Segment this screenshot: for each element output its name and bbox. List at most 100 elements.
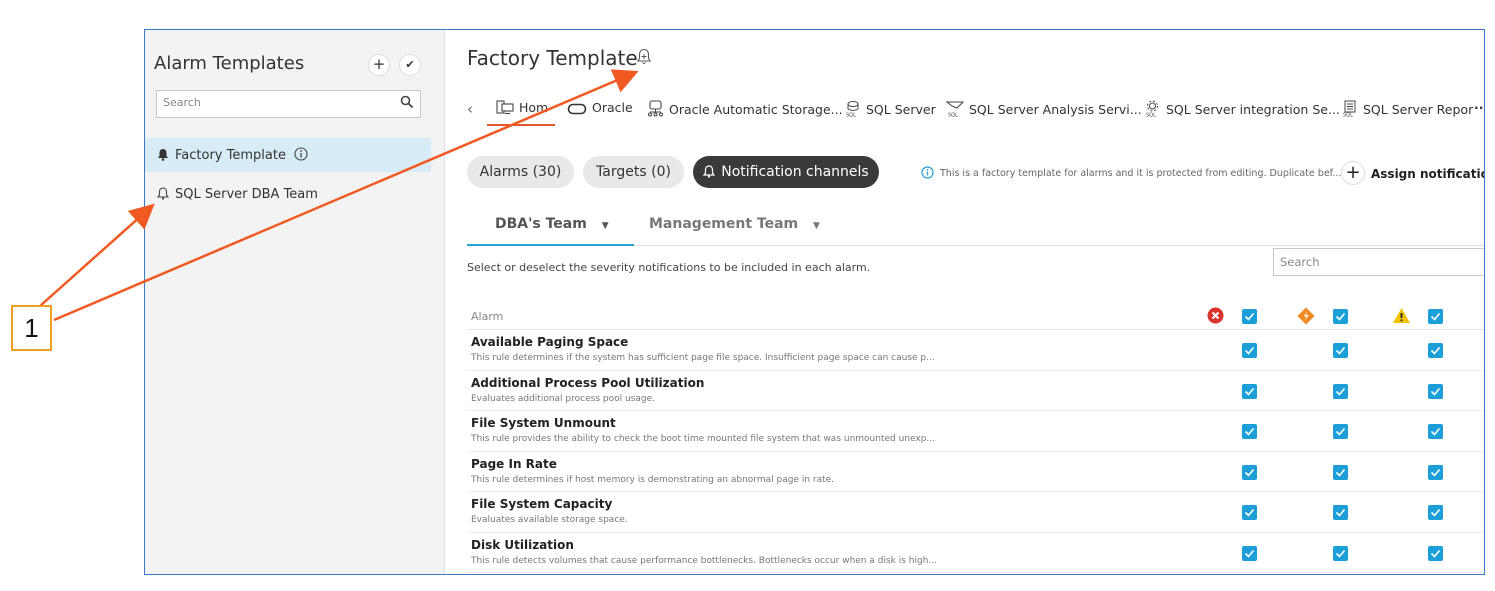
fatal-notification-checkbox[interactable] [1242,545,1257,561]
tab-host[interactable]: Hom [496,100,548,115]
check-icon [1430,346,1441,355]
host-icon [496,100,514,115]
alarm-description: This rule detects volumes that cause per… [471,555,937,566]
check-icon [1244,549,1255,558]
select-all-warning-checkbox[interactable] [1428,309,1443,324]
check-icon [1335,549,1346,558]
tab-sql-server-analysis[interactable]: SQL SQL Server Analysis Servi... [945,100,1142,119]
check-icon [1430,468,1441,477]
fatal-notification-checkbox[interactable] [1242,343,1257,358]
fatal-notification-checkbox[interactable] [1242,383,1257,399]
bell-outline-icon [156,187,170,200]
warning-notification-checkbox[interactable] [1428,424,1443,439]
check-icon [1244,427,1255,436]
active-team-indicator [467,244,634,246]
table-row[interactable]: Additional Process Pool Utilization Evalu… [467,371,1484,411]
oracle-icon [567,103,587,115]
alarms-table: Alarm Available Paging Space This rule d… [467,304,1484,573]
tab-label: Oracle Automatic Storage... [669,102,843,117]
search-placeholder: Search [163,96,201,109]
info-icon [921,166,934,179]
alarms-pill-button[interactable]: Alarms (30) [467,156,574,188]
add-template-button[interactable]: + [368,54,390,76]
critical-notification-checkbox[interactable] [1333,383,1348,399]
tab-sql-server-integration[interactable]: SQL SQL Server integration Se... [1144,100,1340,119]
plus-icon: + [1341,161,1365,185]
alarm-description: This rule determines if the system has s… [471,353,935,363]
table-row[interactable]: File System Unmount This rule provides th… [467,411,1484,452]
alarm-name: Additional Process Pool Utilization [471,375,705,390]
more-tabs-button[interactable]: ·· [1474,100,1484,115]
assign-notification-button[interactable]: + Assign notification [1341,161,1484,185]
sidebar: Alarm Templates + ✔ Search Factory Templ… [145,30,445,574]
critical-notification-checkbox[interactable] [1333,424,1348,439]
table-row[interactable]: Available Paging Space This rule determin… [467,330,1484,371]
sidebar-search-input[interactable]: Search [156,90,421,118]
warning-severity-icon [1393,308,1410,323]
fatal-notification-checkbox[interactable] [1242,424,1257,439]
pill-label: Notification channels [721,164,869,180]
tab-sql-server-reporting[interactable]: SQL SQL Server Repor [1342,100,1473,119]
arrow-to-sidebar-bell [39,203,155,307]
check-icon [1430,387,1441,396]
targets-pill-button[interactable]: Targets (0) [583,156,684,188]
tab-dbas-team[interactable]: DBA's Team ▼ [495,216,609,232]
select-all-critical-checkbox[interactable] [1333,309,1348,324]
warning-notification-checkbox[interactable] [1428,383,1443,399]
search-icon [400,95,414,109]
check-icon [1244,508,1255,517]
check-icon [1335,427,1346,436]
critical-notification-checkbox[interactable] [1333,545,1348,561]
bell-plus-icon[interactable] [636,48,652,66]
tab-label: SQL Server [866,102,936,117]
fatal-severity-icon [1207,307,1224,324]
sql-integration-icon: SQL [1146,100,1158,119]
svg-text:SQL: SQL [1343,113,1353,118]
table-row[interactable]: Page In Rate This rule determines if host… [467,452,1484,492]
team-tab-label: DBA's Team [495,216,587,232]
check-icon [1430,312,1441,321]
search-placeholder: Search [1280,255,1320,269]
alarm-name: File System Unmount [471,416,616,430]
warning-notification-checkbox[interactable] [1428,343,1443,358]
template-item-factory[interactable]: Factory Template [145,138,431,172]
fatal-notification-checkbox[interactable] [1242,464,1257,480]
table-search-input[interactable]: Search [1273,248,1484,276]
fatal-notification-checkbox[interactable] [1242,505,1257,520]
alarm-name: File System Capacity [471,497,613,511]
callout-number: 1 [11,305,52,351]
table-row[interactable]: File System Capacity Evaluates available … [467,492,1484,533]
check-icon [1335,387,1346,396]
critical-notification-checkbox[interactable] [1333,464,1348,480]
alarm-name: Available Paging Space [471,335,629,349]
info-icon[interactable] [294,147,308,161]
template-item-sql-server-dba-team[interactable]: SQL Server DBA Team [145,178,431,212]
table-body: Available Paging Space This rule determin… [467,330,1484,573]
tab-management-team[interactable]: Management Team ▼ [649,216,820,232]
critical-notification-checkbox[interactable] [1333,505,1348,520]
table-row[interactable]: Disk Utilization This rule detects volume… [467,533,1484,573]
template-item-label: Factory Template [175,148,286,163]
select-all-fatal-checkbox[interactable] [1242,309,1257,324]
critical-notification-checkbox[interactable] [1333,343,1348,358]
warning-notification-checkbox[interactable] [1428,464,1443,480]
tab-oracle[interactable]: Oracle [567,100,633,115]
instructions-text: Select or deselect the severity notifica… [467,261,871,274]
check-icon [1244,312,1255,321]
bell-filled-icon [158,149,168,161]
svg-text:SQL: SQL [1146,113,1156,118]
notification-channels-pill-button[interactable]: Notification channels [693,156,879,188]
check-icon [1335,346,1346,355]
tab-label: Hom [519,100,549,115]
team-tab-label: Management Team [649,216,799,232]
warning-notification-checkbox[interactable] [1428,505,1443,520]
tab-sql-server[interactable]: SQL SQL Server [845,100,936,119]
tab-oracle-asm[interactable]: Oracle Automatic Storage... [647,100,843,117]
chevron-left-icon: ‹ [467,100,473,118]
tab-label: SQL Server Analysis Servi... [969,102,1142,117]
tabs-scroll-left-button[interactable]: ‹ [467,100,473,118]
select-templates-button[interactable]: ✔ [399,54,421,76]
warning-notification-checkbox[interactable] [1428,545,1443,561]
alarm-description: This rule determines if host memory is d… [471,474,835,485]
app-window: Alarm Templates + ✔ Search Factory Templ… [144,29,1485,575]
